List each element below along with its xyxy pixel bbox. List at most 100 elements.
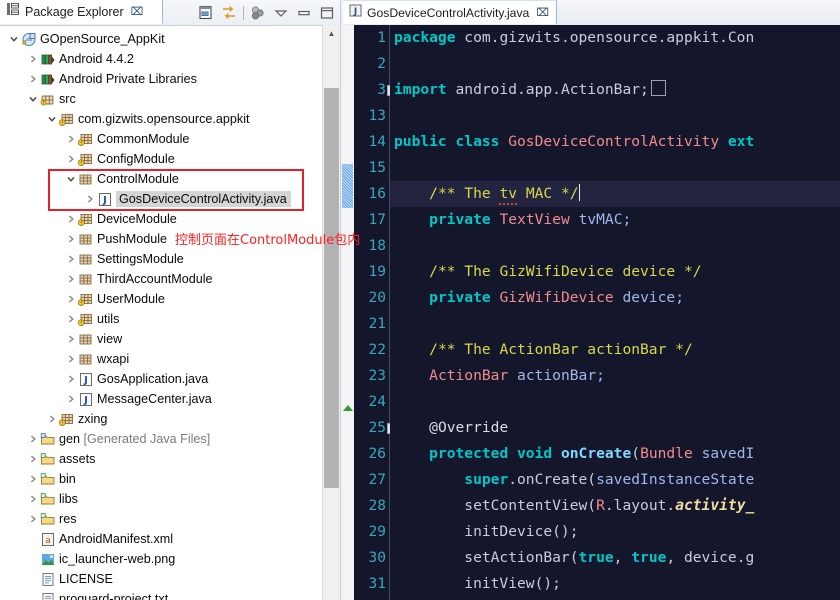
close-icon[interactable]: ⌧ <box>536 6 549 19</box>
chevron-right-icon[interactable] <box>64 329 77 349</box>
chevron-right-icon[interactable] <box>64 369 77 389</box>
code-line[interactable]: ActionBar actionBar; <box>390 363 840 389</box>
chevron-down-icon[interactable] <box>45 109 58 129</box>
chevron-right-icon[interactable] <box>83 189 96 209</box>
code-line[interactable] <box>390 389 840 415</box>
package-explorer-scrollbar[interactable]: ▲ <box>322 25 340 600</box>
maximize-icon[interactable] <box>318 4 336 22</box>
editor-marker-bar[interactable] <box>341 25 355 600</box>
collapse-all-icon[interactable] <box>197 4 215 22</box>
minimize-icon[interactable] <box>295 4 313 22</box>
chevron-right-icon[interactable] <box>45 409 58 429</box>
tree-item[interactable]: res <box>0 509 340 529</box>
code-line[interactable]: setActionBar(true, true, device.g <box>390 545 840 571</box>
chevron-right-icon[interactable] <box>26 69 39 89</box>
tree-item[interactable]: libs <box>0 489 340 509</box>
scrollbar-thumb[interactable] <box>324 88 339 488</box>
tree-item[interactable]: wxapi <box>0 349 340 369</box>
chevron-right-icon[interactable] <box>64 309 77 329</box>
chevron-right-icon[interactable] <box>64 389 77 409</box>
code-line[interactable]: initDevice(); <box>390 519 840 545</box>
tree-item[interactable]: !ConfigModule <box>0 149 340 169</box>
tree-item[interactable]: !CommonModule <box>0 129 340 149</box>
tab-package-explorer[interactable]: Package Explorer ⌧ <box>0 0 163 24</box>
tab-gosdevicecontrolactivity-java[interactable]: J GosDeviceControlActivity.java ⌧ <box>343 0 557 24</box>
code-line[interactable] <box>390 233 840 259</box>
tree-item[interactable]: LICENSE <box>0 569 340 589</box>
chevron-right-icon[interactable] <box>64 269 77 289</box>
tree-item[interactable]: JGosApplication.java <box>0 369 340 389</box>
chevron-right-icon[interactable] <box>64 209 77 229</box>
chevron-right-icon[interactable] <box>64 289 77 309</box>
code-token: setActionBar( <box>394 549 579 566</box>
chevron-right-icon[interactable] <box>26 429 39 449</box>
code-line[interactable]: package com.gizwits.opensource.appkit.Co… <box>390 25 840 51</box>
tree-item[interactable]: !DeviceModule <box>0 209 340 229</box>
tree-item[interactable]: ThirdAccountModule <box>0 269 340 289</box>
code-line[interactable]: public class GosDeviceControlActivity ex… <box>390 129 840 155</box>
tree-item[interactable]: Android 4.4.2 <box>0 49 340 69</box>
occurrence-marker[interactable] <box>342 164 353 208</box>
tree-item[interactable]: JMessageCenter.java <box>0 389 340 409</box>
code-line[interactable]: setContentView(R.layout.activity_ <box>390 493 840 519</box>
chevron-right-icon[interactable] <box>26 469 39 489</box>
chevron-right-icon[interactable] <box>26 49 39 69</box>
code-line[interactable] <box>390 51 840 77</box>
chevron-down-icon[interactable] <box>26 89 39 109</box>
link-with-editor-icon[interactable] <box>220 4 238 22</box>
chevron-right-icon[interactable] <box>64 149 77 169</box>
code-token: , <box>614 549 632 566</box>
chevron-right-icon[interactable] <box>26 449 39 469</box>
tree-item[interactable]: proguard-project.txt <box>0 589 340 600</box>
chevron-down-icon[interactable] <box>7 29 20 49</box>
tree-item[interactable]: GOpenSource_AppKit <box>0 29 340 49</box>
chevron-right-icon[interactable] <box>64 249 77 269</box>
tree-item[interactable]: ControlModule <box>0 169 340 189</box>
tree-item[interactable]: Android Private Libraries <box>0 69 340 89</box>
line-number-value: 13 <box>369 108 386 124</box>
tree-item[interactable]: aAndroidManifest.xml <box>0 529 340 549</box>
code-line[interactable]: /** The GizWifiDevice device */ <box>390 259 840 285</box>
chevron-right-icon[interactable] <box>26 509 39 529</box>
code-line[interactable] <box>390 311 840 337</box>
tree-item[interactable]: !UserModule <box>0 289 340 309</box>
code-token: /** The ActionBar actionBar */ <box>429 341 693 358</box>
java-file-icon: J <box>77 391 94 407</box>
close-icon[interactable]: ⌧ <box>131 5 144 18</box>
chevron-down-icon[interactable] <box>64 169 77 189</box>
tree-item[interactable]: ic_launcher-web.png <box>0 549 340 569</box>
code-line[interactable]: private GizWifiDevice device; <box>390 285 840 311</box>
tree-item[interactable]: JGosDeviceControlActivity.java <box>0 189 340 209</box>
chevron-right-icon[interactable] <box>26 489 39 509</box>
code-line[interactable]: super.onCreate(savedInstanceState <box>390 467 840 493</box>
tree-item[interactable]: bin <box>0 469 340 489</box>
chevron-right-icon[interactable] <box>64 129 77 149</box>
code-line[interactable]: @Override <box>390 415 840 441</box>
code-line[interactable]: protected void onCreate(Bundle savedI <box>390 441 840 467</box>
tree-item[interactable]: !utils <box>0 309 340 329</box>
chevron-right-icon[interactable] <box>64 229 77 249</box>
package-icon <box>77 331 94 347</box>
tree-item[interactable]: assets <box>0 449 340 469</box>
code-line[interactable]: initView(); <box>390 571 840 597</box>
chevron-right-icon[interactable] <box>64 349 77 369</box>
code-line[interactable] <box>390 103 840 129</box>
code-text-area[interactable]: package com.gizwits.opensource.appkit.Co… <box>390 25 840 600</box>
tree-item[interactable]: SettingsModule <box>0 249 340 269</box>
code-line[interactable]: import android.app.ActionBar; <box>390 77 840 103</box>
project-tree[interactable]: GOpenSource_AppKitAndroid 4.4.2Android P… <box>0 26 340 600</box>
code-line[interactable]: /** The tv MAC */ <box>390 181 840 207</box>
code-line[interactable] <box>390 155 840 181</box>
changed-line-marker[interactable] <box>343 405 353 411</box>
code-line[interactable]: private TextView tvMAC; <box>390 207 840 233</box>
tree-item[interactable]: view <box>0 329 340 349</box>
tree-item[interactable]: !com.gizwits.opensource.appkit <box>0 109 340 129</box>
tree-item[interactable]: gen [Generated Java Files] <box>0 429 340 449</box>
tree-item[interactable]: !zxing <box>0 409 340 429</box>
view-filter-icon[interactable] <box>249 4 267 22</box>
scroll-up-icon[interactable]: ▲ <box>323 25 340 42</box>
code-line[interactable]: /** The ActionBar actionBar */ <box>390 337 840 363</box>
view-menu-icon[interactable] <box>272 4 290 22</box>
tree-item[interactable]: !src <box>0 89 340 109</box>
collapsed-imports-box[interactable] <box>651 80 666 96</box>
